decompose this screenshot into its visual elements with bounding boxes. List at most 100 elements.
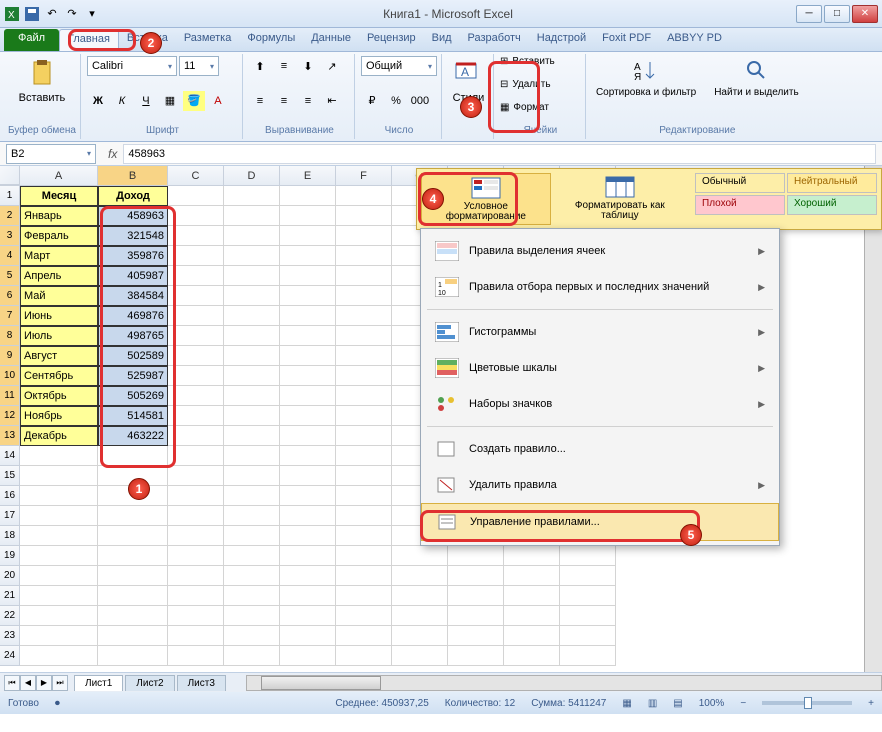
cell[interactable]: [20, 586, 98, 606]
cell[interactable]: Доход: [98, 186, 168, 206]
cell[interactable]: 469876: [98, 306, 168, 326]
cell[interactable]: [280, 526, 336, 546]
cell[interactable]: [168, 226, 224, 246]
cell[interactable]: [224, 386, 280, 406]
cell[interactable]: [168, 306, 224, 326]
cell[interactable]: [168, 446, 224, 466]
column-header-B[interactable]: B: [98, 166, 168, 185]
sheet-tab-3[interactable]: Лист3: [177, 675, 226, 691]
cell[interactable]: [280, 326, 336, 346]
cell[interactable]: [504, 586, 560, 606]
cell[interactable]: [504, 546, 560, 566]
number-format-combo[interactable]: Общий▾: [361, 56, 437, 76]
cell[interactable]: [392, 586, 448, 606]
row-header[interactable]: 21: [0, 586, 20, 606]
cell[interactable]: [392, 626, 448, 646]
align-bottom-button[interactable]: ⬇: [297, 56, 319, 76]
cell[interactable]: [224, 486, 280, 506]
cell[interactable]: [224, 626, 280, 646]
cell[interactable]: [336, 466, 392, 486]
cell[interactable]: Сентябрь: [20, 366, 98, 386]
cell[interactable]: Январь: [20, 206, 98, 226]
row-header[interactable]: 1: [0, 186, 20, 206]
cell[interactable]: [280, 446, 336, 466]
cf-menu-highlight-rules[interactable]: Правила выделения ячеек ▶: [421, 233, 779, 269]
cell[interactable]: [224, 466, 280, 486]
cell[interactable]: Август: [20, 346, 98, 366]
cf-menu-new-rule[interactable]: Создать правило...: [421, 431, 779, 467]
column-header-F[interactable]: F: [336, 166, 392, 185]
row-header[interactable]: 7: [0, 306, 20, 326]
cell[interactable]: [280, 626, 336, 646]
cell[interactable]: [20, 566, 98, 586]
tab-addins[interactable]: Надстрой: [529, 29, 594, 51]
cell[interactable]: [98, 446, 168, 466]
row-header[interactable]: 8: [0, 326, 20, 346]
cell[interactable]: [280, 286, 336, 306]
cell-style-bad[interactable]: Плохой: [695, 195, 785, 215]
cell[interactable]: [224, 326, 280, 346]
cell[interactable]: [98, 626, 168, 646]
cell[interactable]: [224, 206, 280, 226]
cell[interactable]: Май: [20, 286, 98, 306]
cell[interactable]: Март: [20, 246, 98, 266]
cell[interactable]: [280, 266, 336, 286]
cell[interactable]: [168, 546, 224, 566]
align-middle-button[interactable]: ≡: [273, 56, 295, 76]
cell[interactable]: [504, 646, 560, 666]
cell[interactable]: [392, 646, 448, 666]
cell[interactable]: [224, 286, 280, 306]
cell[interactable]: Ноябрь: [20, 406, 98, 426]
cell[interactable]: [448, 626, 504, 646]
cell[interactable]: 359876: [98, 246, 168, 266]
row-header[interactable]: 6: [0, 286, 20, 306]
cf-menu-top-bottom-rules[interactable]: 110 Правила отбора первых и последних зн…: [421, 269, 779, 305]
zoom-thumb[interactable]: [804, 697, 812, 709]
tab-file[interactable]: Файл: [4, 29, 59, 51]
cell[interactable]: [504, 626, 560, 646]
cell[interactable]: [280, 346, 336, 366]
cell[interactable]: [168, 646, 224, 666]
formula-input[interactable]: 458963: [123, 144, 876, 164]
cell[interactable]: [168, 246, 224, 266]
italic-button[interactable]: К: [111, 91, 133, 111]
comma-button[interactable]: 000: [409, 91, 431, 111]
cell[interactable]: [224, 546, 280, 566]
cell[interactable]: Июль: [20, 326, 98, 346]
undo-icon[interactable]: ↶: [44, 6, 60, 22]
cell[interactable]: [336, 606, 392, 626]
cell[interactable]: 463222: [98, 426, 168, 446]
cell[interactable]: [560, 566, 616, 586]
delete-cells-button[interactable]: ⊟Удалить: [500, 79, 581, 90]
cell[interactable]: [168, 586, 224, 606]
font-name-combo[interactable]: Calibri▾: [87, 56, 177, 76]
cell[interactable]: [392, 566, 448, 586]
cell[interactable]: [224, 426, 280, 446]
paste-button[interactable]: Вставить: [8, 56, 76, 106]
percent-button[interactable]: %: [385, 91, 407, 111]
cell[interactable]: [168, 186, 224, 206]
row-header[interactable]: 23: [0, 626, 20, 646]
cell[interactable]: Декабрь: [20, 426, 98, 446]
cell[interactable]: Месяц: [20, 186, 98, 206]
cell[interactable]: [168, 386, 224, 406]
row-header[interactable]: 11: [0, 386, 20, 406]
cell[interactable]: [224, 306, 280, 326]
cell[interactable]: 321548: [98, 226, 168, 246]
cell[interactable]: [280, 486, 336, 506]
orientation-button[interactable]: ↗: [321, 56, 343, 76]
row-header[interactable]: 9: [0, 346, 20, 366]
column-header-D[interactable]: D: [224, 166, 280, 185]
row-header[interactable]: 22: [0, 606, 20, 626]
cell[interactable]: [98, 606, 168, 626]
qat-more-icon[interactable]: ▾: [84, 6, 100, 22]
cell[interactable]: [560, 546, 616, 566]
cell[interactable]: [280, 546, 336, 566]
cell-style-normal[interactable]: Обычный: [695, 173, 785, 193]
row-header[interactable]: 13: [0, 426, 20, 446]
cell-style-neutral[interactable]: Нейтральный: [787, 173, 877, 193]
align-top-button[interactable]: ⬆: [249, 56, 271, 76]
cell[interactable]: [168, 626, 224, 646]
cell[interactable]: [20, 546, 98, 566]
border-button[interactable]: ▦: [159, 91, 181, 111]
